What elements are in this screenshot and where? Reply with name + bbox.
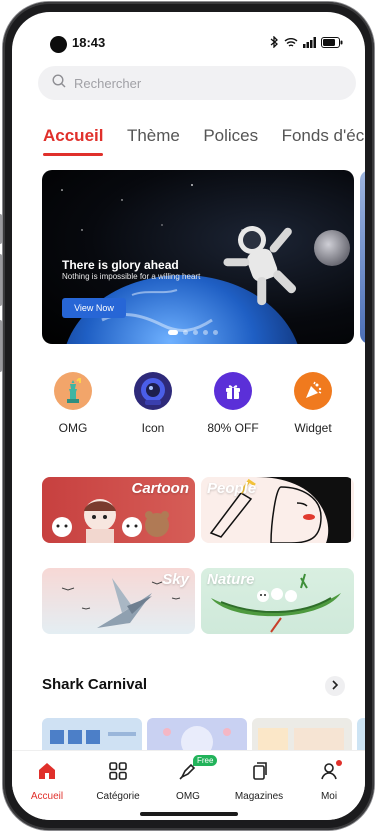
category-card-nature[interactable]: Nature: [201, 568, 354, 634]
signal-icon: [303, 35, 316, 53]
nav-categorie[interactable]: Catégorie: [83, 761, 153, 802]
pagination-dot: [203, 330, 208, 335]
bottom-navigation: Accueil Catégorie Free OMG Magazines Moi: [12, 750, 365, 820]
search-input[interactable]: [74, 75, 314, 91]
banner-pagination: [168, 330, 218, 335]
promo-banner[interactable]: There is glory ahead Nothing is impossib…: [42, 170, 354, 344]
quick-link-label: Widget: [294, 421, 332, 435]
pagination-dot: [193, 330, 198, 335]
category-label: Nature: [207, 571, 255, 588]
quick-link-widget[interactable]: Widget: [278, 372, 348, 435]
next-banner-peek[interactable]: [360, 170, 365, 344]
quick-link-omg[interactable]: OMG: [38, 372, 108, 435]
notification-dot: [336, 760, 342, 766]
nav-label: Accueil: [30, 791, 64, 802]
quick-links: OMG Icon 80% OFF Widget: [38, 372, 348, 435]
free-badge: Free: [193, 755, 218, 766]
power-button: [0, 320, 2, 372]
top-tabs: Accueil Thème Polices Fonds d'écr: [43, 126, 365, 160]
category-label: Sky: [162, 571, 189, 588]
nav-accueil[interactable]: Accueil: [12, 761, 82, 802]
screen: 18:43 Rechercher Accueil Thème Polices F…: [12, 12, 365, 820]
status-time: 18:43: [72, 35, 106, 50]
search-icon: [52, 73, 66, 93]
phone-frame: 18:43 Rechercher Accueil Thème Polices F…: [0, 2, 374, 830]
tab-fonds-decran[interactable]: Fonds d'écr: [282, 126, 365, 146]
nav-label: Catégorie: [96, 791, 140, 802]
section-more-button[interactable]: [325, 676, 345, 696]
banner-subtitle: Nothing is impossible for a willing hear…: [62, 272, 201, 281]
nav-label: Magazines: [234, 791, 284, 802]
astronaut-avatar-icon: [134, 372, 172, 410]
party-popper-icon: [294, 372, 332, 410]
quick-link-label: OMG: [58, 421, 88, 435]
bluetooth-icon: [270, 35, 279, 53]
chevron-right-icon: [331, 677, 339, 695]
tab-theme[interactable]: Thème: [127, 126, 180, 146]
home-indicator[interactable]: [140, 812, 238, 816]
nav-moi[interactable]: Moi: [294, 760, 364, 802]
pages-icon: [249, 761, 269, 786]
quick-link-label: 80% OFF: [207, 421, 259, 435]
quick-link-80-off[interactable]: 80% OFF: [198, 372, 268, 435]
grid-icon: [108, 761, 128, 786]
quick-link-icon[interactable]: Icon: [118, 372, 188, 435]
section-title: Shark Carnival: [42, 676, 148, 693]
tab-accueil[interactable]: Accueil: [43, 126, 104, 156]
category-card-sky[interactable]: Sky: [42, 568, 195, 634]
tab-polices[interactable]: Polices: [203, 126, 258, 146]
category-card-people[interactable]: People: [201, 477, 354, 543]
category-card-cartoon[interactable]: Cartoon: [42, 477, 195, 543]
pagination-dot: [183, 330, 188, 335]
wifi-icon: [284, 35, 298, 53]
category-label: People: [207, 480, 257, 497]
battery-icon: [321, 35, 343, 53]
front-camera: [50, 36, 67, 53]
volume-down-button: [0, 254, 2, 306]
home-icon: [37, 761, 57, 786]
pagination-dot: [213, 330, 218, 335]
gift-icon: [214, 372, 252, 410]
quick-link-label: Icon: [141, 421, 165, 435]
nav-omg[interactable]: Free OMG: [153, 755, 223, 802]
nav-label: Moi: [320, 791, 338, 802]
nav-magazines[interactable]: Magazines: [224, 761, 294, 802]
category-label: Cartoon: [131, 480, 190, 497]
volume-up-button: [0, 214, 2, 244]
statue-of-liberty-icon: [54, 372, 92, 410]
search-bar[interactable]: [38, 66, 356, 100]
view-now-button[interactable]: View Now: [62, 298, 126, 318]
pagination-dot: [168, 330, 178, 335]
status-icons: [270, 35, 343, 53]
status-bar: 18:43: [12, 12, 365, 56]
nav-label: OMG: [176, 791, 200, 802]
banner-title: There is glory ahead: [62, 258, 179, 272]
